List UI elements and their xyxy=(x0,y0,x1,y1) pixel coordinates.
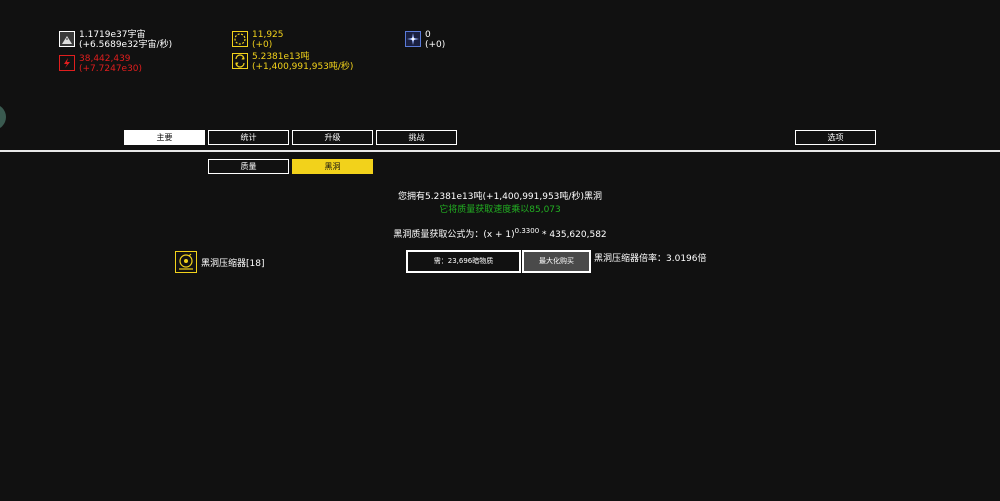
orbs-rate: (+0) xyxy=(252,40,273,50)
compressor-icon xyxy=(175,251,197,273)
compass-star-icon xyxy=(405,31,421,47)
game-screen: 1.1719e37宇宙 (+6.5689e32宇宙/秒) 38,442,439 … xyxy=(0,0,1000,501)
cycle-arrows-icon xyxy=(232,53,248,69)
mass-value: 5.2381e13吨 xyxy=(252,52,310,62)
nav-divider xyxy=(0,150,1000,152)
lightning-icon xyxy=(59,55,75,71)
universes-resource: 1.1719e37宇宙 (+6.5689e32宇宙/秒) xyxy=(59,30,172,50)
universes-value: 1.1719e37宇宙 xyxy=(79,30,146,40)
mass-resource: 5.2381e13吨 (+1,400,991,953吨/秒) xyxy=(232,52,353,72)
stars-value: 0 xyxy=(425,30,431,40)
tab-stats[interactable]: 统计 xyxy=(208,130,289,145)
side-panel-toggle[interactable] xyxy=(0,104,6,130)
mountain-icon xyxy=(59,31,75,47)
subtab-mass[interactable]: 质量 xyxy=(208,159,289,174)
energy-resource: 38,442,439 (+7.7247e30) xyxy=(59,54,142,74)
stars-rate: (+0) xyxy=(425,40,446,50)
tab-upgrades[interactable]: 升级 xyxy=(292,130,373,145)
orb-ring-icon xyxy=(232,31,248,47)
orbs-resource: 11,925 (+0) xyxy=(232,30,284,50)
subtab-blackhole[interactable]: 黑洞 xyxy=(292,159,373,174)
buy-compressor-button[interactable]: 需：23,696暗物质 xyxy=(406,250,521,273)
blackhole-owned-text: 您拥有5.2381e13吨(+1,400,991,953吨/秒)黑洞 xyxy=(398,192,602,202)
compressor-multiplier: 黑洞压缩器倍率：3.0196倍 xyxy=(594,254,707,264)
tab-main[interactable]: 主要 xyxy=(124,130,205,145)
energy-value: 38,442,439 xyxy=(79,54,131,64)
compressor-name: 黑洞压缩器[18] xyxy=(201,259,265,269)
blackhole-formula: 黑洞质量获取公式为：(x + 1)0.3300 * 435,620,582 xyxy=(0,227,1000,240)
universes-rate: (+6.5689e32宇宙/秒) xyxy=(79,40,173,50)
energy-rate: (+7.7247e30) xyxy=(79,64,143,74)
orbs-value: 11,925 xyxy=(252,30,284,40)
blackhole-effect-text: 它将质量获取速度乘以85,073 xyxy=(439,205,561,215)
formula-suffix: * 435,620,582 xyxy=(539,230,607,240)
formula-prefix: 黑洞质量获取公式为：(x + 1) xyxy=(393,230,515,240)
mass-rate: (+1,400,991,953吨/秒) xyxy=(252,62,354,72)
formula-exponent: 0.3300 xyxy=(514,227,540,235)
tab-options[interactable]: 选项 xyxy=(795,130,876,145)
tab-challenges[interactable]: 挑战 xyxy=(376,130,457,145)
stars-resource: 0 (+0) xyxy=(405,30,445,50)
max-buy-button[interactable]: 最大化购买 xyxy=(522,250,591,273)
